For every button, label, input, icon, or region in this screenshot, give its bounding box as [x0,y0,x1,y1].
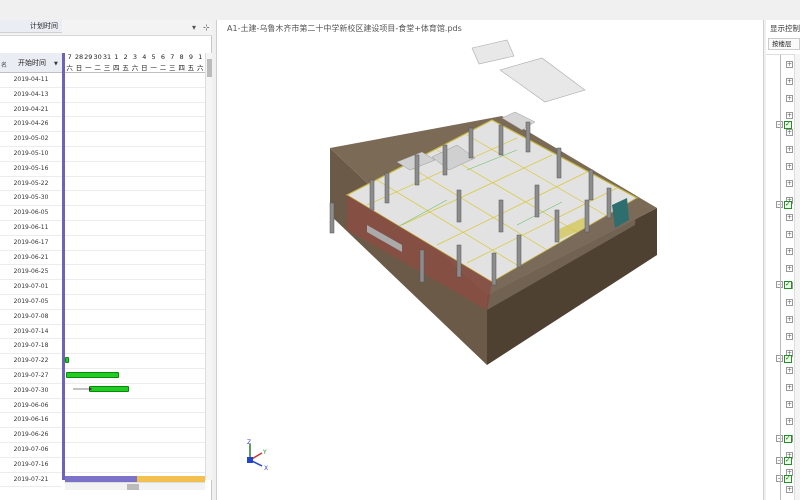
gantt-chart: 7 28 29 30 31 1 2 3 4 5 6 7 8 9 1 六日一二三四五六日一二三四五六 [65,53,205,480]
table-row[interactable]: 2019-07-22 [0,354,62,369]
scroll-thumb[interactable] [207,59,212,77]
table-row[interactable]: 2019-06-06 [0,399,62,414]
floor-checkbox[interactable] [784,120,792,129]
table-row[interactable]: 2019-06-11 [0,221,62,236]
tree-expand-icon[interactable]: + [786,401,793,408]
pin-icon[interactable]: ⊹ [203,23,210,32]
table-row[interactable]: 2019-05-02 [0,132,62,147]
table-row[interactable]: 2019-06-21 [0,251,62,266]
plan-time-header: 计划时间 [0,20,62,33]
axis-y-label: Y [262,449,267,456]
tree-expand-icon[interactable]: + [786,316,793,323]
tree-guide-line [780,55,781,500]
floor-checkbox[interactable] [784,280,792,289]
tree-expand-icon[interactable]: + [786,180,793,187]
tree-expand-icon[interactable]: + [786,333,793,340]
table-row[interactable]: 2019-07-06 [0,443,62,458]
floor-checkbox[interactable] [784,474,792,483]
tree-expand-icon[interactable]: + [786,214,793,221]
floor-filter-select[interactable]: 按楼层 [768,38,800,50]
tree-expand-icon[interactable]: + [786,112,793,119]
table-row[interactable]: 2019-05-10 [0,147,62,162]
floor-checkbox[interactable] [784,456,792,465]
tree-expand-icon[interactable]: + [786,384,793,391]
tree-expand-icon[interactable]: + [786,265,793,272]
axis-z-label: Z [247,439,251,446]
table-row[interactable]: 2019-05-30 [0,191,62,207]
table-row[interactable]: 2019-04-21 [0,103,62,118]
floor-checkbox[interactable] [784,354,792,363]
tree-expand-icon[interactable]: + [786,299,793,306]
table-row[interactable]: 2019-06-25 [0,265,62,281]
gantt-vertical-scrollbar[interactable] [205,53,212,480]
tree-expand-icon[interactable]: + [786,163,793,170]
table-row[interactable]: 2019-07-21 [0,473,62,488]
table-row[interactable]: 2019-07-14 [0,325,62,340]
table-row[interactable]: 2019-04-26 [0,117,62,133]
scroll-thumb[interactable] [127,484,139,490]
table-row[interactable]: 2019-04-13 [0,88,62,103]
tree-expand-icon[interactable]: + [786,418,793,425]
top-strip [0,0,800,20]
table-row[interactable]: 2019-07-05 [0,295,62,310]
model-viewport[interactable]: A1-土建-乌鲁木齐市第二十中学新校区建设项目-食堂+体育馆.pds Z Y X [216,20,764,500]
table-row[interactable]: 2019-07-01 [0,280,62,295]
tree-expand-icon[interactable]: + [786,146,793,153]
table-row[interactable]: 2019-07-08 [0,310,62,325]
table-row[interactable]: 2019-07-30 [0,384,62,399]
tree-expand-icon[interactable]: + [786,231,793,238]
table-row[interactable]: 2019-07-27 [0,369,62,384]
table-row[interactable]: 2019-06-17 [0,236,62,251]
table-row[interactable]: 2019-05-22 [0,177,62,192]
floor-checkbox[interactable] [784,434,792,443]
tree-expand-icon[interactable]: + [786,95,793,102]
floor-checkbox[interactable] [784,200,792,209]
name-column-header: 名 [1,62,8,69]
dropdown-icon[interactable]: ▾ [192,23,196,32]
display-control-title: 显示控制 [770,24,800,33]
tree-expand-icon[interactable]: + [786,248,793,255]
sort-arrow-icon[interactable]: ▼ [54,61,58,67]
gantt-horizontal-scrollbar[interactable] [65,482,205,490]
tree-expand-icon[interactable]: + [786,129,793,136]
tree-expand-icon[interactable]: + [786,78,793,85]
axis-gizmo: Z Y X [247,439,268,472]
tree-expand-icon[interactable]: + [786,367,793,374]
table-row[interactable]: 2019-07-16 [0,458,62,473]
table-row[interactable]: 2019-05-16 [0,162,62,177]
table-row[interactable]: 2019-06-05 [0,206,62,221]
table-row[interactable]: 2019-04-11 [0,73,62,88]
building-model[interactable]: Z Y X [217,20,765,500]
axis-x-label: X [264,465,268,472]
tree-vertical-scrollbar[interactable] [794,54,800,500]
gantt-dependency-link [73,387,92,391]
table-row[interactable]: 2019-06-26 [0,428,62,443]
tree-expand-icon[interactable]: + [786,486,793,493]
start-time-header[interactable]: 名 开始时间 ▼ [0,53,62,73]
start-time-label: 开始时间 [18,59,46,67]
table-row[interactable]: 2019-06-16 [0,413,62,429]
table-row[interactable]: 2019-07-18 [0,339,62,355]
tree-expand-icon[interactable]: + [786,61,793,68]
display-control-pane: 显示控制 按楼层 ++++++++++++++++++++++++++−−−−−… [766,20,800,500]
